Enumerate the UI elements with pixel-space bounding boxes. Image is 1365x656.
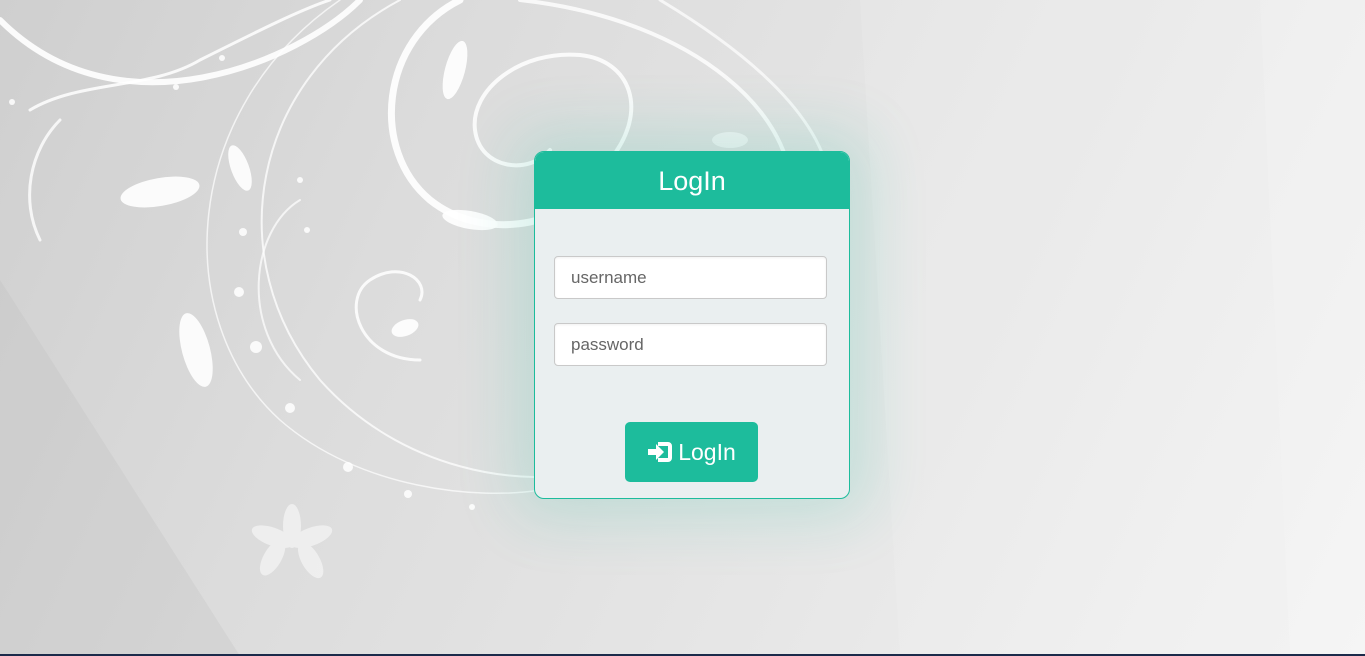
login-panel: LogIn LogIn	[534, 151, 850, 499]
password-input[interactable]	[554, 323, 827, 366]
login-page: LogIn LogIn	[0, 0, 1365, 656]
login-title: LogIn	[535, 152, 849, 209]
username-input[interactable]	[554, 256, 827, 299]
login-button-label: LogIn	[678, 438, 736, 465]
sign-in-icon	[647, 441, 673, 463]
login-button[interactable]: LogIn	[625, 422, 758, 482]
